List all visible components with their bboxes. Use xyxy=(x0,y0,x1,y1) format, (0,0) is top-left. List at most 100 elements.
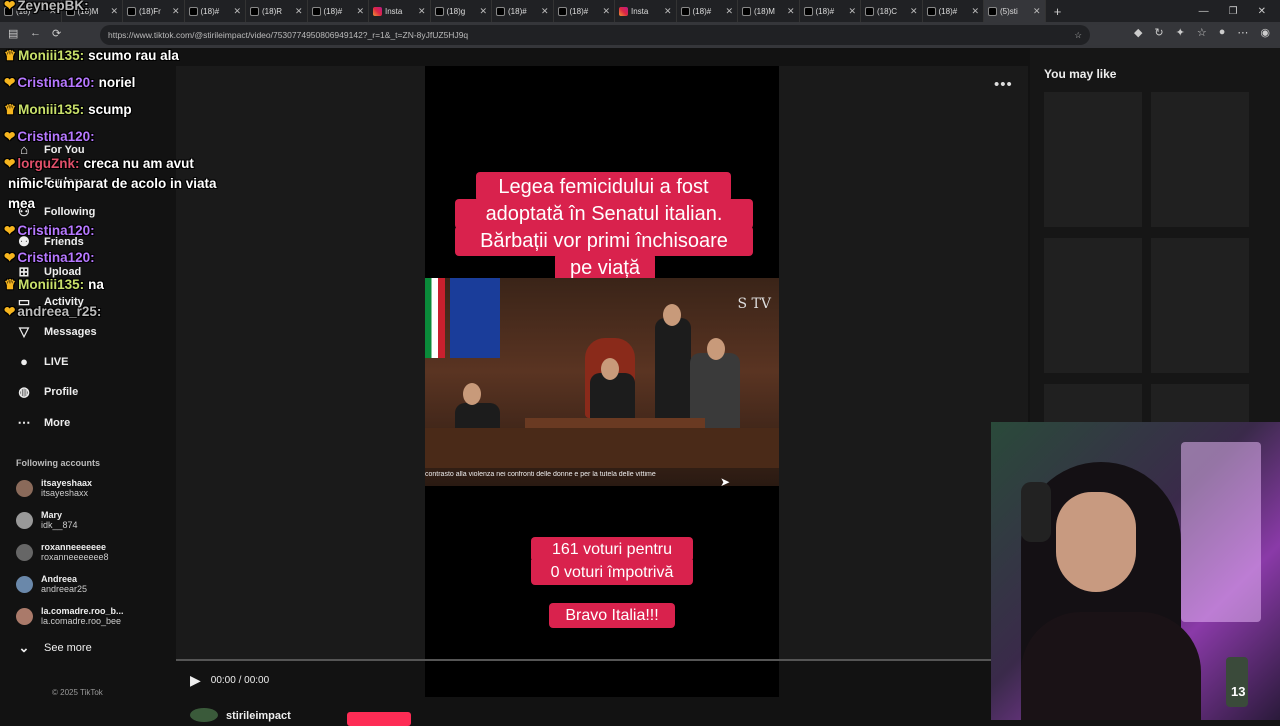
streamer-body xyxy=(1021,612,1201,720)
tiktok-icon xyxy=(865,6,874,16)
browser-tab[interactable]: (18)R ✕ xyxy=(246,0,308,22)
browser-tab[interactable]: (18)# ✕ xyxy=(923,0,984,22)
back-icon[interactable]: ← xyxy=(30,27,41,39)
browser-tab[interactable]: (18)M ✕ xyxy=(738,0,800,22)
browser-tab[interactable]: (18)# ✕ xyxy=(800,0,861,22)
browser-tab[interactable]: (18)g ✕ xyxy=(431,0,492,22)
close-tab-icon[interactable]: ✕ xyxy=(664,6,672,17)
close-tab-icon[interactable]: ✕ xyxy=(541,6,549,17)
tiktok-icon xyxy=(188,6,198,16)
close-tab-icon[interactable]: ✕ xyxy=(356,6,364,17)
chat-username: Moniii135: xyxy=(18,277,85,292)
person-head xyxy=(463,383,481,405)
account-handle: itsayeshaxx xyxy=(41,488,89,498)
browser-tab[interactable]: (18)# ✕ xyxy=(677,0,738,22)
tab-title: (18)# xyxy=(815,6,835,16)
chat-badge-icon: ♛ xyxy=(4,277,17,292)
account-name: Andreea xyxy=(41,574,78,584)
person xyxy=(590,373,635,423)
chat-username: Cristina120: xyxy=(17,75,95,90)
extension-icon[interactable]: ◆ xyxy=(1134,26,1142,39)
see-more-button[interactable]: ⌄ See more xyxy=(16,640,92,656)
chat-badge-icon: ♛ xyxy=(4,102,17,117)
browser-tab[interactable]: Insta ✕ xyxy=(369,0,431,22)
close-window-icon[interactable]: ✕ xyxy=(1258,6,1266,17)
copilot-icon[interactable]: ◉ xyxy=(1260,26,1270,39)
tab-title: (18)C xyxy=(877,6,898,16)
tiktok-icon xyxy=(988,6,997,16)
avatar xyxy=(16,607,33,625)
more-options-icon[interactable]: ••• xyxy=(994,76,1013,93)
browser-tab[interactable]: (18)Fr ✕ xyxy=(123,0,185,22)
account-item[interactable]: Andreea andreear25 xyxy=(16,574,87,594)
profile-icon: ◍ xyxy=(18,384,30,399)
chat-text: mea xyxy=(8,196,36,211)
nav-live[interactable]: ● LIVE xyxy=(16,354,68,369)
reload-icon[interactable]: ⟳ xyxy=(52,27,61,40)
browser-tab[interactable]: (5)sti ✕ xyxy=(984,0,1046,22)
browser-tab[interactable]: (18)C ✕ xyxy=(861,0,923,22)
favorites-icon[interactable]: ☆ xyxy=(1197,26,1207,39)
play-icon[interactable]: ▶ xyxy=(190,672,201,689)
author-name[interactable]: stirileimpact xyxy=(226,710,291,722)
recommendation-tile[interactable] xyxy=(1044,238,1142,373)
close-tab-icon[interactable]: ✕ xyxy=(971,6,979,17)
person-head xyxy=(663,304,681,326)
browser-tab[interactable]: (18)# ✕ xyxy=(308,0,369,22)
tiktok-icon xyxy=(926,6,936,16)
tab-title: Insta xyxy=(385,6,403,16)
chat-badge-icon: ❤ xyxy=(4,0,16,13)
close-tab-icon[interactable]: ✕ xyxy=(848,6,856,17)
menu-dots-icon[interactable]: ⋯ xyxy=(1237,26,1248,39)
nav-profile[interactable]: ◍ Profile xyxy=(16,384,78,400)
close-tab-icon[interactable]: ✕ xyxy=(295,6,303,17)
tab-title: (18)# xyxy=(323,6,343,16)
refresh-icon[interactable]: ↻ xyxy=(1154,26,1163,39)
close-tab-icon[interactable]: ✕ xyxy=(479,6,487,17)
see-more-label: See more xyxy=(44,642,92,654)
url-field[interactable]: https://www.tiktok.com/@stirileimpact/vi… xyxy=(100,25,1090,45)
browser-tab[interactable]: Insta ✕ xyxy=(615,0,677,22)
tab-title: (18)g xyxy=(446,6,466,16)
chat-username: andreea_r25: xyxy=(17,304,102,319)
chat-message: ❤ Cristina120: xyxy=(4,250,99,266)
star-icon[interactable]: ☆ xyxy=(1074,30,1082,41)
account-item[interactable]: roxanneeeeeee roxanneeeeeee8 xyxy=(16,542,109,562)
person-head xyxy=(707,338,725,360)
chat-message: ❤ ZeynepBK: xyxy=(4,0,93,14)
chat-message: ♛ Moniii135: scumo rau ala xyxy=(4,48,179,64)
close-tab-icon[interactable]: ✕ xyxy=(418,6,426,17)
close-tab-icon[interactable]: ✕ xyxy=(602,6,610,17)
account-item[interactable]: itsayeshaax itsayeshaxx xyxy=(16,478,92,498)
sidebar-toggle-icon[interactable]: ▤ xyxy=(8,27,18,40)
close-tab-icon[interactable]: ✕ xyxy=(172,6,180,17)
close-tab-icon[interactable]: ✕ xyxy=(233,6,241,17)
close-tab-icon[interactable]: ✕ xyxy=(910,6,918,17)
video-progress-bar[interactable] xyxy=(176,659,991,661)
person-head xyxy=(601,358,619,380)
new-tab-button[interactable]: + xyxy=(1046,4,1070,19)
nav-more[interactable]: ⋯ More xyxy=(16,415,71,431)
nav-messages[interactable]: ▽ Messages xyxy=(16,324,97,340)
close-tab-icon[interactable]: ✕ xyxy=(787,6,795,17)
bravo-caption: Bravo Italia!!! xyxy=(549,603,675,628)
recommendation-tile[interactable] xyxy=(1151,238,1249,373)
puzzle-icon[interactable]: ✦ xyxy=(1176,26,1185,39)
recommendation-tile[interactable] xyxy=(1044,92,1142,227)
browser-tab[interactable]: (18)# ✕ xyxy=(185,0,246,22)
profile-avatar-icon[interactable]: ● xyxy=(1219,26,1226,39)
account-item[interactable]: la.comadre.roo_b... la.comadre.roo_bee xyxy=(16,606,124,626)
close-tab-icon[interactable]: ✕ xyxy=(1033,6,1041,17)
browser-tab[interactable]: (18)# ✕ xyxy=(492,0,554,22)
close-tab-icon[interactable]: ✕ xyxy=(725,6,733,17)
recommendation-tile[interactable] xyxy=(1151,92,1249,227)
minimize-icon[interactable]: — xyxy=(1199,6,1209,17)
caption-line: Bărbații vor primi închisoare xyxy=(455,226,753,256)
you-may-like-title: You may like xyxy=(1044,67,1117,81)
account-item[interactable]: Mary idk__874 xyxy=(16,510,78,530)
follow-button[interactable] xyxy=(347,712,411,726)
close-tab-icon[interactable]: ✕ xyxy=(110,6,118,17)
tiktok-icon xyxy=(434,6,444,16)
browser-tab[interactable]: (18)# ✕ xyxy=(554,0,615,22)
maximize-icon[interactable]: ❐ xyxy=(1229,6,1238,17)
